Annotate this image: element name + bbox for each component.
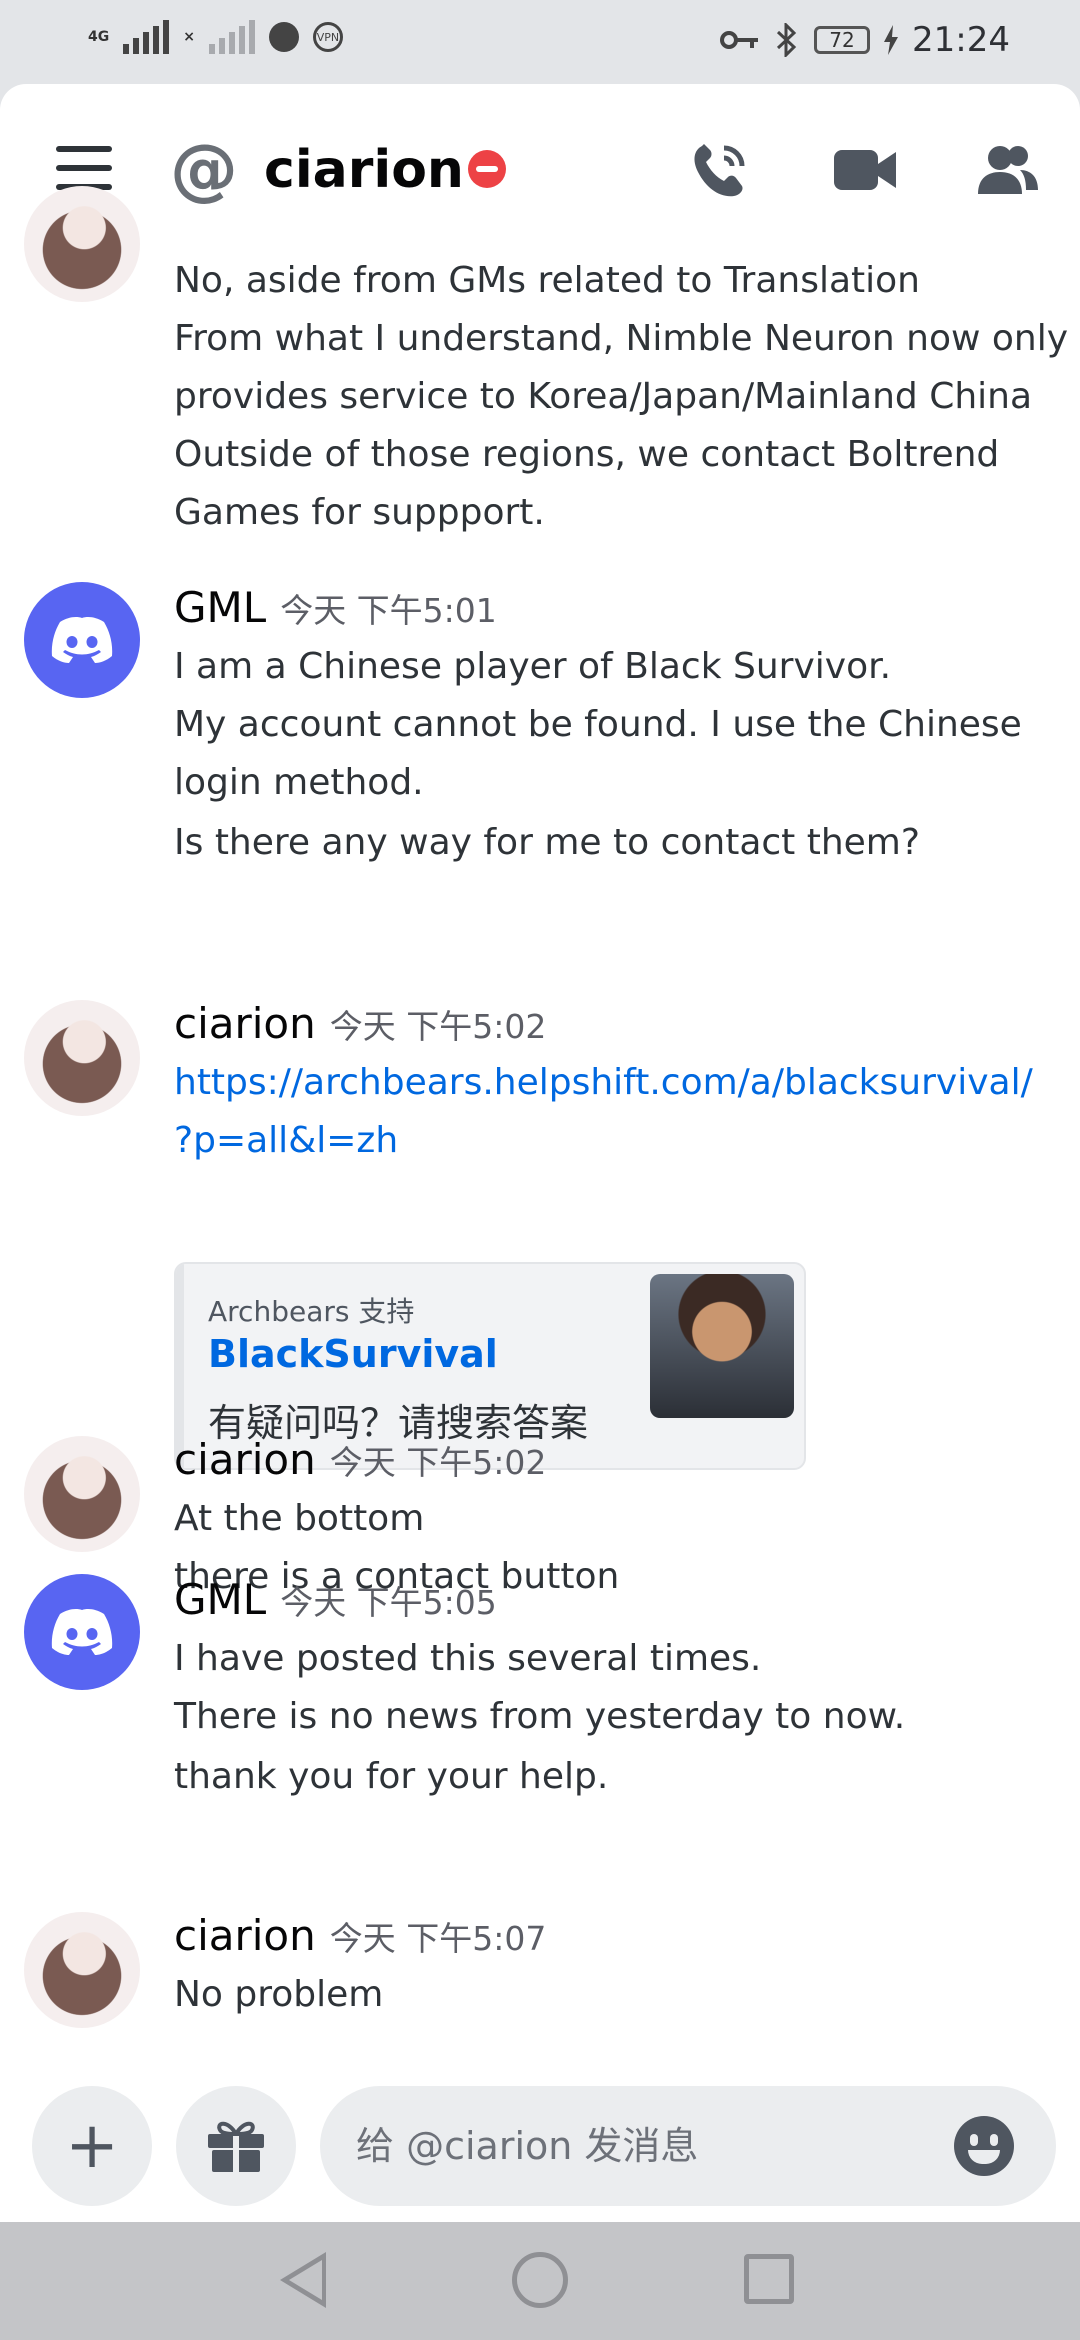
- back-nav-icon[interactable]: [280, 2252, 326, 2308]
- discord-logo-icon: [51, 617, 113, 663]
- globe-icon: [268, 22, 299, 52]
- avatar[interactable]: [24, 1574, 140, 1690]
- battery-icon: 72: [814, 26, 871, 54]
- message-line: Games for suppport.: [174, 492, 545, 533]
- voice-call-icon[interactable]: [688, 140, 754, 200]
- recent-apps-nav-icon[interactable]: [744, 2254, 794, 2304]
- signal-strength-icon: [123, 20, 170, 54]
- emoji-picker-icon[interactable]: [954, 2116, 1014, 2176]
- message-header: ciarion 今天 下午5:02: [174, 998, 546, 1053]
- username[interactable]: GML: [174, 583, 266, 632]
- bluetooth-icon: [776, 23, 797, 57]
- timestamp: 今天 下午5:05: [280, 1583, 497, 1622]
- avatar[interactable]: [24, 582, 140, 698]
- message-link[interactable]: https://archbears.helpshift.com/a/blacks…: [174, 1054, 1033, 1112]
- message-header: GML 今天 下午5:05: [174, 1574, 497, 1629]
- network-label: 4G: [88, 29, 110, 45]
- gift-icon: [208, 2121, 264, 2172]
- dnd-status-icon: [468, 150, 506, 188]
- embed-provider[interactable]: Archbears 支持: [208, 1290, 414, 1330]
- status-bar: 4G × VPN 72 21:24: [0, 0, 1080, 84]
- attach-button[interactable]: +: [32, 2086, 152, 2206]
- username[interactable]: ciarion: [174, 999, 316, 1048]
- username[interactable]: ciarion: [174, 1911, 316, 1960]
- message-composer: +: [0, 2074, 1080, 2222]
- timestamp: 今天 下午5:07: [329, 1919, 547, 1958]
- avatar[interactable]: [24, 1912, 140, 2028]
- avatar[interactable]: [24, 1000, 140, 1116]
- message-line: From what I understand, Nimble Neuron no…: [174, 318, 1069, 359]
- message-link[interactable]: ?p=all&l=zh: [174, 1112, 398, 1170]
- network-type-4g: 4G: [88, 30, 109, 44]
- message-header: ciarion 今天 下午5:02: [174, 1434, 546, 1489]
- message-line: thank you for your help.: [174, 1756, 609, 1797]
- username[interactable]: GML: [174, 1575, 266, 1624]
- system-nav-bar: [0, 2222, 1080, 2340]
- embed-thumbnail[interactable]: [650, 1274, 794, 1418]
- message-line: No problem: [174, 1974, 384, 2015]
- avatar[interactable]: [24, 1436, 140, 1552]
- vpn-label: VPN: [316, 30, 340, 44]
- no-sim-label: ×: [183, 29, 195, 45]
- message-line: My account cannot be found. I use the Ch…: [174, 704, 1022, 745]
- plus-icon: +: [65, 2109, 119, 2183]
- charging-icon: [884, 25, 899, 55]
- timestamp: 今天 下午5:01: [280, 591, 497, 630]
- at-sign-icon: @: [170, 130, 238, 209]
- channel-title: ciarion: [264, 140, 464, 200]
- message-input[interactable]: [320, 2086, 1056, 2206]
- message-line: Is there any way for me to contact them?: [174, 822, 920, 863]
- message-header: ciarion 今天 下午5:07: [174, 1910, 546, 1965]
- status-left: 4G × VPN: [88, 20, 343, 54]
- home-nav-icon[interactable]: [512, 2252, 568, 2308]
- message-line: There is no news from yesterday to now.: [174, 1696, 906, 1737]
- message-line: provides service to Korea/Japan/Mainland…: [174, 376, 1033, 417]
- status-right: 72 21:24: [720, 20, 1010, 60]
- discord-logo-icon: [51, 1609, 113, 1655]
- timestamp: 今天 下午5:02: [329, 1443, 547, 1482]
- message-line: No, aside from GMs related to Translatio…: [174, 260, 920, 301]
- menu-icon[interactable]: [56, 146, 112, 190]
- username[interactable]: ciarion: [174, 1435, 316, 1484]
- key-icon: [720, 31, 759, 49]
- avatar[interactable]: [24, 186, 140, 302]
- message-line: Outside of those regions, we contact Bol…: [174, 434, 1000, 475]
- timestamp: 今天 下午5:02: [329, 1007, 547, 1046]
- video-call-icon[interactable]: [832, 140, 898, 200]
- channel-header: @ ciarion: [0, 84, 1080, 248]
- message-line: I am a Chinese player of Black Survivor.: [174, 646, 892, 687]
- gift-button[interactable]: [176, 2086, 296, 2206]
- vpn-icon: VPN: [312, 22, 343, 52]
- message-line: At the bottom: [174, 1498, 425, 1539]
- clock: 21:24: [912, 20, 1010, 60]
- embed-title[interactable]: BlackSurvival: [208, 1332, 498, 1376]
- signal-strength-icon-2: [208, 20, 255, 54]
- member-list-icon[interactable]: [974, 140, 1040, 200]
- battery-level: 72: [829, 28, 855, 52]
- message-line: login method.: [174, 762, 424, 803]
- message-header: GML 今天 下午5:01: [174, 582, 497, 637]
- dm-panel: @ ciarion No, aside from GMs related to …: [0, 84, 1080, 2222]
- message-line: I have posted this several times.: [174, 1638, 762, 1679]
